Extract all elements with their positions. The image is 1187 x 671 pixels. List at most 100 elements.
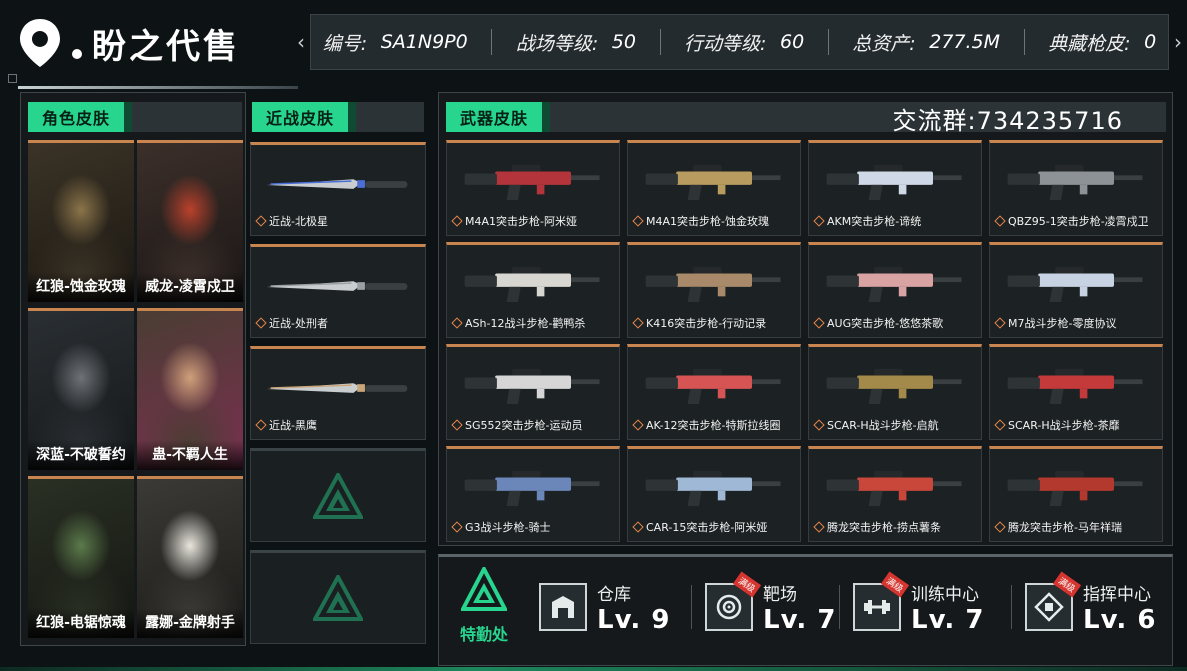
rifle-image: [819, 361, 971, 411]
chevron-left-icon[interactable]: ‹: [292, 30, 310, 54]
brand-underline: [18, 86, 298, 89]
knife-image: [261, 159, 415, 209]
diamond-icon: [451, 317, 463, 329]
rifle-image: [457, 463, 609, 513]
diamond-icon: [451, 419, 463, 431]
weapon-name-row: K416突击步枪-行动记录: [632, 315, 766, 331]
character-section-title: 角色皮肤: [28, 102, 125, 132]
diamond-icon: [813, 419, 825, 431]
stat-separator: [659, 29, 661, 55]
character-card[interactable]: 威龙-凌霄戍卫: [137, 140, 243, 302]
stat-item: 战场等级:: [515, 32, 599, 55]
melee-name: 近战-处刑者: [269, 317, 328, 330]
weapon-name: M7战斗步枪-零度协议: [1008, 317, 1117, 330]
brand-title: 盼之代售: [92, 26, 240, 67]
melee-card[interactable]: 近战-处刑者: [250, 244, 426, 338]
melee-card[interactable]: 近战-黑鹰: [250, 346, 426, 440]
weapon-card[interactable]: M4A1突击步枪-阿米娅: [446, 140, 620, 236]
empty-slot-icon: [313, 575, 363, 621]
diamond-icon: [994, 317, 1006, 329]
rifle-image: [1000, 463, 1152, 513]
rifle-image: [457, 157, 609, 207]
weapon-name-row: M4A1突击步枪-蚀金玫瑰: [632, 213, 769, 229]
diamond-icon: [255, 317, 267, 329]
facility-text: 指挥中心 Lv. 6: [1083, 580, 1156, 635]
rifle-image: [819, 259, 971, 309]
weapon-card[interactable]: QBZ95-1突击步枪-凌霄戍卫: [989, 140, 1163, 236]
diamond-icon: [451, 215, 463, 227]
diamond-icon: [813, 215, 825, 227]
rifle-image: [1000, 259, 1152, 309]
stat-separator: [1023, 29, 1025, 55]
weapon-card[interactable]: AUG突击步枪-悠悠茶歌: [808, 242, 982, 338]
character-name: 露娜-金牌射手: [137, 608, 243, 638]
facility-item[interactable]: 满级 训练中心 Lv. 7: [853, 571, 984, 643]
weapon-card[interactable]: SCAR-H战斗步枪-茶靡: [989, 344, 1163, 440]
weapon-name: M4A1突击步枪-蚀金玫瑰: [646, 215, 769, 228]
empty-melee-slot: [250, 550, 426, 644]
weapon-name-row: SCAR-H战斗步枪-启航: [813, 417, 939, 433]
character-name: 深蓝-不破誓约: [28, 440, 134, 470]
melee-section-title: 近战皮肤: [252, 102, 349, 132]
weapon-card[interactable]: 腾龙突击步枪-马年祥瑞: [989, 446, 1163, 542]
rifle-image: [1000, 157, 1152, 207]
weapon-card[interactable]: 腾龙突击步枪-捞点薯条: [808, 446, 982, 542]
diamond-icon: [255, 419, 267, 431]
melee-name: 近战-黑鹰: [269, 419, 317, 432]
character-card[interactable]: 红狼-蚀金玫瑰: [28, 140, 134, 302]
weapon-name-row: G3战斗步枪-骑士: [451, 519, 551, 535]
weapon-name-row: AKM突击步枪-谛统: [813, 213, 921, 229]
weapon-card[interactable]: G3战斗步枪-骑士: [446, 446, 620, 542]
weapon-card[interactable]: SCAR-H战斗步枪-启航: [808, 344, 982, 440]
character-card[interactable]: 露娜-金牌射手: [137, 476, 243, 638]
melee-section-header: 近战皮肤: [252, 102, 424, 132]
special-ops-button[interactable]: 特勤处: [447, 564, 521, 653]
facility-level: Lv. 7: [763, 604, 837, 635]
stat-item: 典藏枪皮:: [1048, 32, 1131, 55]
rifle-image: [638, 259, 790, 309]
weapon-card[interactable]: AK-12突击步枪-特斯拉线圈: [627, 344, 801, 440]
rifle-image: [638, 361, 790, 411]
weapon-card[interactable]: ASh-12战斗步枪-鹳鸭杀: [446, 242, 620, 338]
stat-separator: [491, 29, 493, 55]
weapon-name: AUG突击步枪-悠悠茶歌: [827, 317, 944, 330]
facility-name: 训练中心: [911, 584, 979, 605]
special-ops-label: 特勤处: [459, 625, 508, 644]
weapon-card[interactable]: CAR-15突击步枪-阿米娅: [627, 446, 801, 542]
rifle-image: [457, 361, 609, 411]
weapon-card[interactable]: SG552突击步枪-运动员: [446, 344, 620, 440]
stat-value: 0: [1144, 31, 1157, 53]
character-card[interactable]: 红狼-电锯惊魂: [28, 476, 134, 638]
weapon-name: SCAR-H战斗步枪-茶靡: [1008, 419, 1120, 432]
melee-name-row: 近战-处刑者: [255, 315, 328, 331]
knife-image: [261, 261, 415, 311]
weapon-name-row: ASh-12战斗步枪-鹳鸭杀: [451, 315, 585, 331]
weapon-card[interactable]: M4A1突击步枪-蚀金玫瑰: [627, 140, 801, 236]
diamond-icon: [451, 521, 463, 533]
command-icon: 满级: [1025, 571, 1082, 631]
dumbbell-icon: 满级: [853, 571, 910, 631]
facility-item[interactable]: 仓库 Lv. 9: [539, 571, 670, 643]
facility-item[interactable]: 满级 指挥中心 Lv. 6: [1025, 571, 1156, 643]
weapon-card[interactable]: M7战斗步枪-零度协议: [989, 242, 1163, 338]
diamond-icon: [632, 521, 644, 533]
weapon-card[interactable]: AKM突击步枪-谛统: [808, 140, 982, 236]
diamond-icon: [813, 521, 825, 533]
character-card[interactable]: 深蓝-不破誓约: [28, 308, 134, 470]
weapon-card[interactable]: K416突击步枪-行动记录: [627, 242, 801, 338]
facility-item[interactable]: 满级 靶场 Lv. 7: [705, 571, 836, 643]
weapon-name-row: QBZ95-1突击步枪-凌霄戍卫: [994, 213, 1149, 229]
diamond-icon: [813, 317, 825, 329]
character-card[interactable]: 蛊-不羁人生: [137, 308, 243, 470]
melee-card[interactable]: 近战-北极星: [250, 142, 426, 236]
stat-separator: [827, 29, 829, 55]
stat-item: 行动等级:: [684, 32, 767, 55]
facility-level: Lv. 7: [911, 604, 985, 635]
melee-name: 近战-北极星: [269, 215, 328, 228]
diamond-icon: [994, 419, 1006, 431]
stats-list: 编号: SA1N9P0 战场等级: 50 行动等级: 60 总资产: 277.5M 典藏枪皮: 0: [310, 14, 1169, 70]
rifle-image: [1000, 361, 1152, 411]
chevron-right-icon[interactable]: ›: [1169, 30, 1187, 54]
weapon-name-row: M7战斗步枪-零度协议: [994, 315, 1117, 331]
weapon-section-title: 武器皮肤: [446, 102, 543, 132]
